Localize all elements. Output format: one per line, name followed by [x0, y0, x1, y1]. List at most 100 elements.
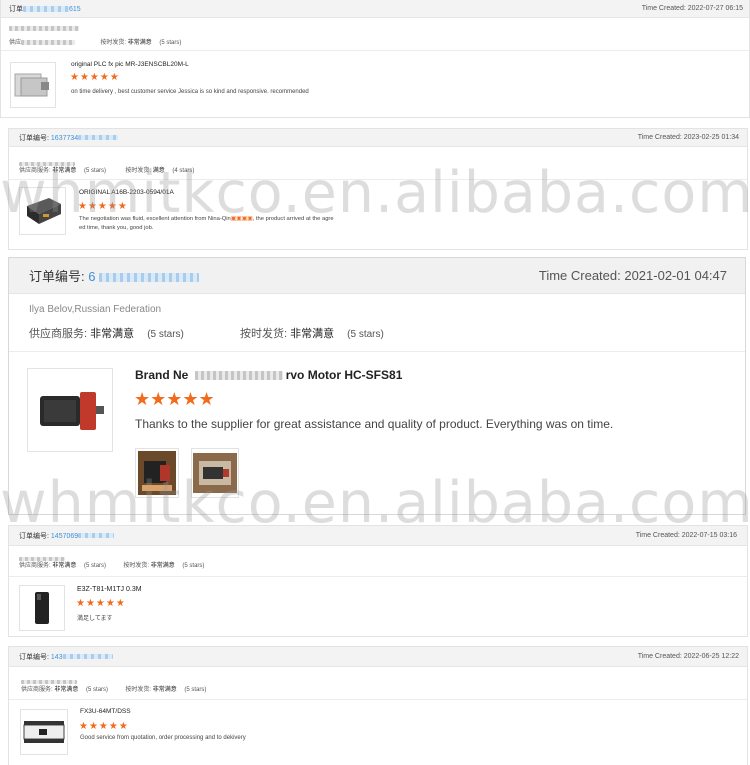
review-comment: Thanks to the supplier for great assista… — [135, 417, 614, 431]
time-created: Time Created: 2022-07-15 03:16 — [635, 532, 737, 539]
ontime-label: 按时发货: — [239, 328, 288, 340]
review-card-5: 订单编号: 143 Time Created: 2022-06-25 12:22… — [8, 646, 748, 765]
rating-summary: 供应商服务: 非常满意 (5 stars) 按时发货: 满意 (4 stars) — [19, 165, 194, 174]
ontime-stars: (5 stars) — [159, 40, 182, 46]
star-rating: ★★★★★ — [134, 389, 215, 409]
product-image-icon — [23, 721, 65, 743]
ontime-stars: (5 stars) — [182, 563, 205, 569]
review-card-1: 订单 615 Time Created: 2022-07-27 06:15 供应 … — [0, 0, 750, 118]
order-number-link[interactable]: 615 — [69, 6, 81, 13]
product-title[interactable]: Brand Ne rvo Motor HC-SFS81 — [135, 368, 402, 382]
product-thumbnail[interactable] — [20, 709, 68, 755]
ontime-value: 满意 — [152, 168, 165, 174]
product-title-part-2: rvo Motor HC-SFS81 — [285, 368, 403, 382]
product-title[interactable]: FX3U-64MT/DSS — [80, 708, 131, 715]
supplier-service-stars: (5 stars) — [147, 329, 184, 340]
review-comment-part-2: , the product arrived at the agre — [252, 216, 334, 222]
product-thumbnail[interactable] — [27, 368, 113, 452]
supplier-service-value: 非常满意 — [54, 687, 79, 693]
review-photo-2[interactable] — [191, 448, 239, 498]
star-rating: ★★★★★ — [79, 721, 129, 732]
star-rating: ★★★★★ — [76, 598, 126, 609]
emoji-stickers: ▣▣▣▣ — [230, 216, 253, 222]
rating-summary: 供应商服务: 非常满意 (5 stars) 按时发货: 非常满意 (5 star… — [19, 560, 204, 569]
review-photo-1[interactable] — [135, 448, 179, 498]
rating-summary: 供应 按时发货: 非常满意 (5 stars) — [9, 37, 181, 46]
reviewer-name — [9, 26, 79, 32]
review-card-2: 订单编号: 1637734 Time Created: 2023-02-25 0… — [8, 128, 748, 250]
redacted-reviewer — [9, 26, 79, 31]
review-comment-part-1: The negotiation was fluid, excellent att… — [79, 216, 231, 222]
time-created: Time Created: 2022-07-27 06:15 — [641, 5, 743, 12]
time-created: Time Created: 2023-02-25 01:34 — [637, 134, 739, 141]
supplier-service-label: 供应 — [9, 40, 22, 46]
product-title[interactable]: original PLC fx pic MR-J3ENSCBL20M-L — [71, 61, 189, 68]
divider — [1, 50, 749, 51]
redacted-product-title — [194, 371, 283, 381]
divider — [9, 351, 745, 352]
product-thumbnail[interactable] — [19, 187, 66, 235]
order-label: 订单编号: — [19, 134, 49, 142]
ontime-value: 非常满意 — [152, 687, 177, 693]
rating-summary: 供应商服务: 非常满意 (5 stars) 按时发货: 非常满意 (5 star… — [29, 325, 384, 341]
order-label: 订单编号: — [19, 532, 49, 540]
supplier-service-stars: (5 stars) — [84, 168, 107, 174]
product-image-icon — [40, 392, 104, 430]
star-rating: ★★★★★ — [70, 72, 120, 83]
redacted-order-number — [62, 654, 113, 660]
product-thumbnail[interactable] — [10, 62, 56, 108]
product-thumbnail[interactable] — [19, 585, 65, 631]
review-header: 订单编号: 143 Time Created: 2022-06-25 12:22 — [9, 647, 747, 667]
rating-summary: 供应商服务: 非常满意 (5 stars) 按时发货: 非常满意 (5 star… — [21, 684, 206, 693]
redacted-order-number — [99, 273, 200, 283]
ontime-label: 按时发货: — [100, 40, 127, 46]
order-number-link[interactable]: 1637734 — [51, 135, 78, 142]
product-title-part-1: Brand Ne — [135, 368, 189, 382]
reviewer-name: Ilya Belov,Russian Federation — [29, 304, 162, 315]
review-photo-icon — [138, 451, 176, 495]
review-comment: on time delivery , best customer service… — [71, 89, 309, 95]
review-header: 订单 615 Time Created: 2022-07-27 06:15 — [1, 0, 749, 18]
time-created: Time Created: 2022-06-25 12:22 — [637, 653, 739, 660]
divider — [9, 699, 747, 700]
star-rating: ★★★★★ — [78, 201, 128, 212]
ontime-label: 按时发货: — [125, 168, 152, 174]
ontime-stars: (5 stars) — [184, 687, 207, 693]
product-image-icon — [14, 73, 49, 97]
order-number-link[interactable]: 6 — [88, 269, 95, 284]
ontime-label: 按时发货: — [123, 563, 150, 569]
ontime-stars: (4 stars) — [172, 168, 195, 174]
review-comment: 満足してます — [77, 616, 113, 622]
supplier-service-value: 非常满意 — [52, 168, 77, 174]
supplier-service-value: 非常满意 — [52, 563, 77, 569]
supplier-service-label: 供应商服务: — [19, 168, 51, 174]
redacted-order-number — [78, 135, 119, 141]
review-header: 订单编号: 1637734 Time Created: 2023-02-25 0… — [9, 129, 747, 147]
divider — [9, 576, 747, 577]
review-comment: The negotiation was fluid, excellent att… — [79, 215, 399, 233]
ontime-value: 非常满意 — [290, 328, 335, 340]
product-image-icon — [35, 592, 49, 624]
ontime-value: 非常满意 — [150, 563, 175, 569]
ontime-value: 非常满意 — [127, 40, 152, 46]
order-number-link[interactable]: 143 — [51, 654, 63, 661]
order-label: 订单 — [9, 5, 23, 13]
review-comment-part-3: ed time, thank you, good job. — [79, 225, 154, 231]
divider — [9, 179, 747, 180]
supplier-service-stars: (5 stars) — [84, 563, 107, 569]
supplier-service-label: 供应商服务: — [29, 328, 88, 340]
redacted-supplier-service — [21, 39, 76, 45]
review-photo-icon — [193, 453, 237, 493]
order-label: 订单编号: — [29, 269, 85, 284]
review-card-3: 订单编号: 6 Time Created: 2021-02-01 04:47 I… — [8, 257, 746, 515]
product-title[interactable]: ORIGINAL A16B-2203-0594/01A — [79, 189, 174, 196]
supplier-service-value: 非常满意 — [90, 328, 135, 340]
order-number-link[interactable]: 1457069 — [51, 533, 78, 540]
ontime-stars: (5 stars) — [347, 329, 384, 340]
supplier-service-label: 供应商服务: — [19, 563, 51, 569]
product-title[interactable]: E3Z-T81-M1TJ 0.3M — [77, 586, 142, 593]
supplier-service-stars: (5 stars) — [86, 687, 109, 693]
review-comment: Good service from quotation, order proce… — [80, 735, 246, 741]
review-header: 订单编号: 6 Time Created: 2021-02-01 04:47 — [9, 258, 745, 294]
ontime-label: 按时发货: — [125, 687, 152, 693]
